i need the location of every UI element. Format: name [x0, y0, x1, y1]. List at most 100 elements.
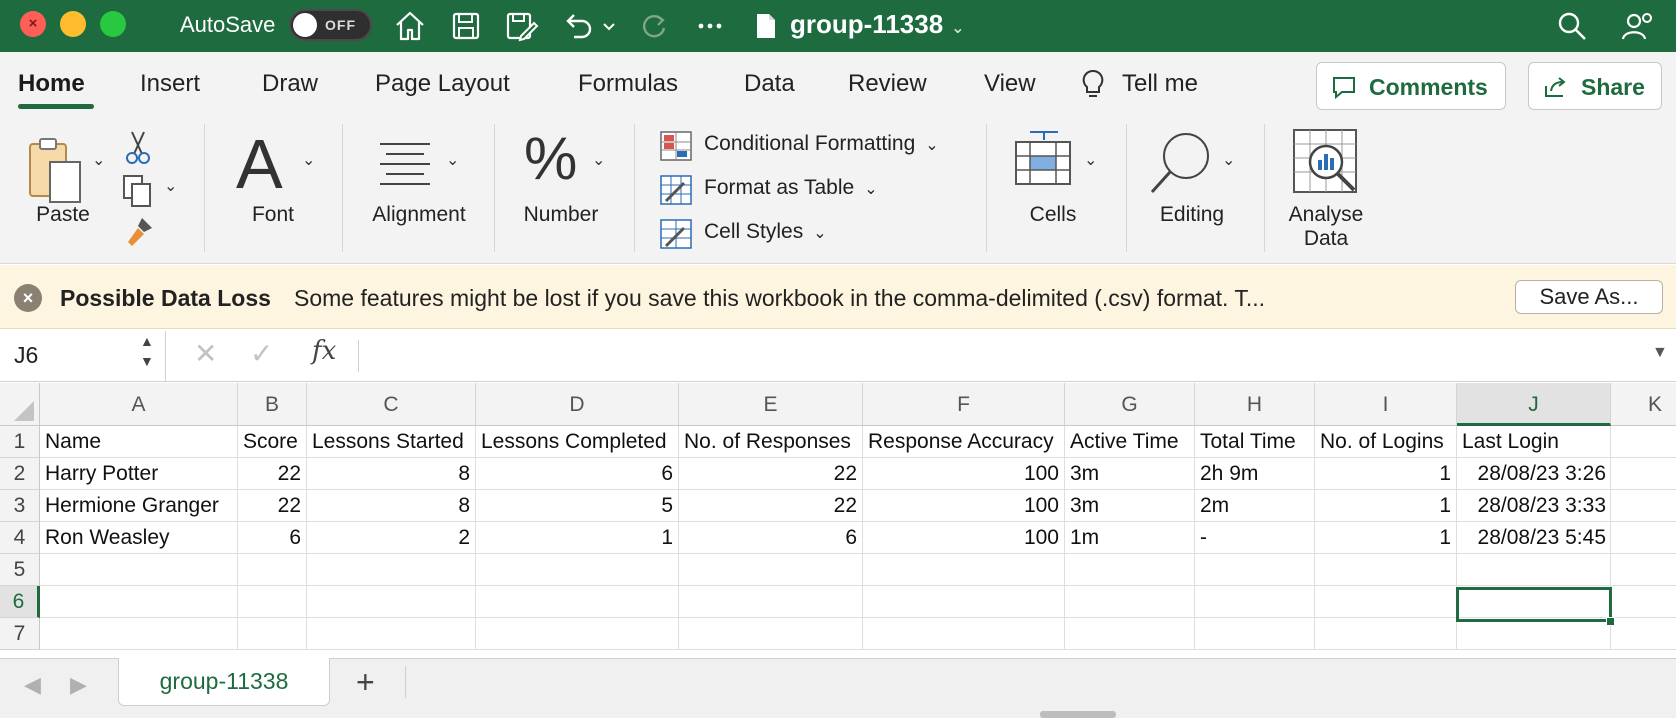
cell-k4[interactable] — [1611, 522, 1676, 554]
name-box[interactable]: J6 ▲ ▼ — [0, 331, 166, 381]
cell-d4[interactable]: 1 — [476, 522, 679, 554]
alignment-dropdown-icon[interactable]: ⌄ — [446, 150, 459, 170]
column-header-f[interactable]: F — [863, 383, 1065, 426]
column-header-g[interactable]: G — [1065, 383, 1195, 426]
paste-icon[interactable] — [26, 136, 86, 204]
zoom-window-button[interactable] — [100, 11, 126, 37]
cell-f4[interactable]: 100 — [863, 522, 1065, 554]
cell-c4[interactable]: 2 — [307, 522, 476, 554]
autosave-toggle[interactable]: OFF — [289, 9, 372, 41]
row-header-7[interactable]: 7 — [0, 618, 40, 650]
cell-b6[interactable] — [238, 586, 307, 618]
cell-i3[interactable]: 1 — [1315, 490, 1457, 522]
cell-e4[interactable]: 6 — [679, 522, 863, 554]
undo-dropdown-icon[interactable] — [600, 8, 618, 44]
cell-c6[interactable] — [307, 586, 476, 618]
cell-j1[interactable]: Last Login — [1457, 426, 1611, 458]
cell-h5[interactable] — [1195, 554, 1315, 586]
row-header-5[interactable]: 5 — [0, 554, 40, 586]
column-header-b[interactable]: B — [238, 383, 307, 426]
cell-e5[interactable] — [679, 554, 863, 586]
search-icon[interactable] — [1554, 8, 1590, 44]
cell-k3[interactable] — [1611, 490, 1676, 522]
column-header-i[interactable]: I — [1315, 383, 1457, 426]
document-title[interactable]: group-11338 ⌄ — [790, 9, 965, 40]
tab-formulas[interactable]: Formulas — [578, 70, 678, 98]
cell-i7[interactable] — [1315, 618, 1457, 650]
home-icon[interactable] — [392, 8, 428, 44]
select-all-button[interactable] — [0, 383, 40, 426]
tab-data[interactable]: Data — [744, 70, 795, 98]
column-header-e[interactable]: E — [679, 383, 863, 426]
cell-e1[interactable]: No. of Responses — [679, 426, 863, 458]
cut-icon[interactable] — [124, 130, 152, 166]
row-header-3[interactable]: 3 — [0, 490, 40, 522]
cell-k5[interactable] — [1611, 554, 1676, 586]
cell-j5[interactable] — [1457, 554, 1611, 586]
tab-review[interactable]: Review — [848, 70, 927, 98]
formula-input[interactable] — [372, 337, 1632, 373]
cell-h3[interactable]: 2m — [1195, 490, 1315, 522]
column-header-k[interactable]: K — [1611, 383, 1676, 426]
cell-a3[interactable]: Hermione Granger — [40, 490, 238, 522]
share-button[interactable]: Share — [1528, 62, 1662, 110]
next-sheet-icon[interactable]: ▶ — [70, 672, 87, 698]
cell-d7[interactable] — [476, 618, 679, 650]
cell-j3[interactable]: 28/08/23 3:33 — [1457, 490, 1611, 522]
previous-sheet-icon[interactable]: ◀ — [24, 672, 41, 698]
cells-icon[interactable] — [1014, 128, 1072, 188]
column-header-j[interactable]: J — [1457, 383, 1611, 426]
cell-b7[interactable] — [238, 618, 307, 650]
cell-f7[interactable] — [863, 618, 1065, 650]
number-dropdown-icon[interactable]: ⌄ — [592, 150, 605, 170]
cell-b4[interactable]: 6 — [238, 522, 307, 554]
account-icon[interactable] — [1620, 8, 1656, 44]
cancel-entry-icon[interactable]: ✕ — [194, 337, 217, 370]
cell-c1[interactable]: Lessons Started — [307, 426, 476, 458]
cell-j2[interactable]: 28/08/23 3:26 — [1457, 458, 1611, 490]
fill-handle[interactable] — [1606, 617, 1615, 626]
cell-g4[interactable]: 1m — [1065, 522, 1195, 554]
save-as-button[interactable]: Save As... — [1515, 280, 1663, 314]
cell-c7[interactable] — [307, 618, 476, 650]
confirm-entry-icon[interactable]: ✓ — [250, 337, 273, 370]
column-header-c[interactable]: C — [307, 383, 476, 426]
undo-icon[interactable] — [560, 8, 596, 44]
save-as-icon[interactable] — [503, 8, 539, 44]
horizontal-scrollbar[interactable] — [1040, 711, 1116, 718]
cell-e6[interactable] — [679, 586, 863, 618]
row-header-6[interactable]: 6 — [0, 586, 40, 618]
row-header-1[interactable]: 1 — [0, 426, 40, 458]
column-header-a[interactable]: A — [40, 383, 238, 426]
column-header-h[interactable]: H — [1195, 383, 1315, 426]
cell-e2[interactable]: 22 — [679, 458, 863, 490]
cell-b1[interactable]: Score — [238, 426, 307, 458]
format-painter-icon[interactable] — [122, 216, 156, 248]
cell-d2[interactable]: 6 — [476, 458, 679, 490]
cell-a6[interactable] — [40, 586, 238, 618]
redo-icon[interactable] — [636, 8, 672, 44]
row-header-4[interactable]: 4 — [0, 522, 40, 554]
cell-a2[interactable]: Harry Potter — [40, 458, 238, 490]
analyse-data-icon[interactable] — [1292, 128, 1360, 196]
expand-formula-bar-icon[interactable]: ▼ — [1652, 344, 1668, 362]
tab-home[interactable]: Home — [18, 70, 85, 98]
tab-page-layout[interactable]: Page Layout — [375, 70, 510, 98]
spreadsheet-grid[interactable]: A B C D E F G H I J K 1 Name Score Lessons Started Less… — [0, 383, 1676, 658]
cell-f5[interactable] — [863, 554, 1065, 586]
cell-f2[interactable]: 100 — [863, 458, 1065, 490]
tab-insert[interactable]: Insert — [140, 70, 200, 98]
cell-h7[interactable] — [1195, 618, 1315, 650]
font-dropdown-icon[interactable]: ⌄ — [302, 150, 315, 170]
cell-g7[interactable] — [1065, 618, 1195, 650]
more-icon[interactable] — [692, 8, 728, 44]
name-box-up-icon[interactable]: ▲ — [140, 333, 154, 349]
cell-g2[interactable]: 3m — [1065, 458, 1195, 490]
comments-button[interactable]: Comments — [1316, 62, 1506, 110]
paste-dropdown-icon[interactable]: ⌄ — [92, 150, 105, 170]
cell-c5[interactable] — [307, 554, 476, 586]
insert-function-icon[interactable]: fx — [312, 336, 336, 366]
cell-d6[interactable] — [476, 586, 679, 618]
tab-draw[interactable]: Draw — [262, 70, 318, 98]
copy-dropdown-icon[interactable]: ⌄ — [164, 176, 177, 196]
